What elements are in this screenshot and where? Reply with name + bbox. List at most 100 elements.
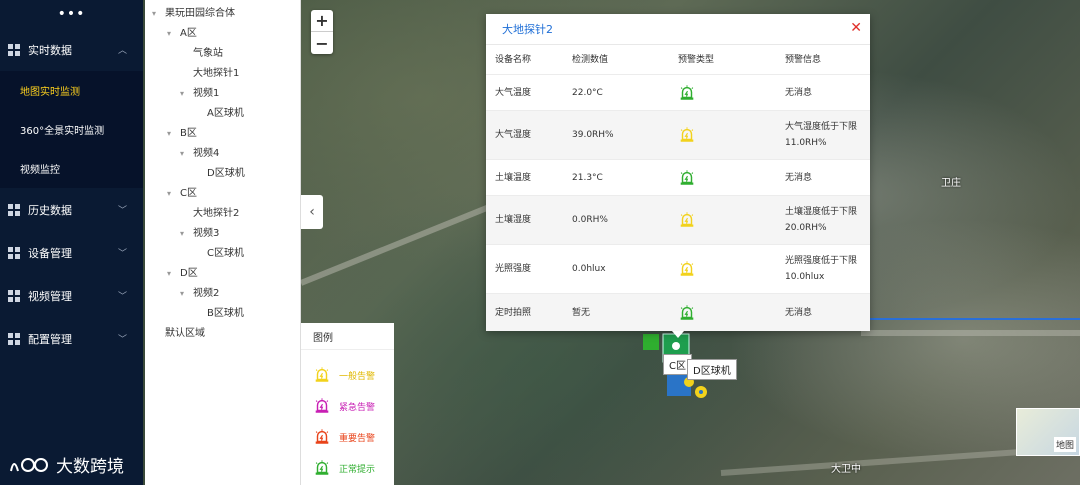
device-name: 定时拍照 xyxy=(495,307,532,318)
tree-node-root[interactable]: ▾ 果玩田园综合体 xyxy=(152,4,235,19)
nav-item-config[interactable]: 配置管理 ﹀ xyxy=(0,317,143,360)
chevron-down-icon: ﹀ xyxy=(117,206,127,216)
nav-item-video[interactable]: 视频管理 ﹀ xyxy=(0,274,143,317)
marker-dot xyxy=(672,342,680,350)
chevron-down-icon: ﹀ xyxy=(117,249,127,259)
alarm-general-icon xyxy=(678,196,696,244)
chevron-down-icon: ﹀ xyxy=(117,292,127,302)
device-tree: ▾ 果玩田园综合体 ▾ A区 气象站 大地探针1 ▾ 视频1 A区球机 ▾ B区 ▾ 视频… xyxy=(145,0,301,485)
alarm-normal-icon xyxy=(315,460,329,475)
table-row: 大气温度 22.0°C 无消息 xyxy=(486,75,870,111)
tree-node[interactable]: ▾ A区 xyxy=(167,24,197,39)
sub-item-video-monitor[interactable]: 视频监控 xyxy=(0,149,143,188)
nav-item-label: 视频管理 xyxy=(28,289,72,303)
alarm-general-icon xyxy=(678,111,696,159)
grid-icon xyxy=(8,332,20,345)
tree-node[interactable]: ▾ 视频4 xyxy=(180,144,219,159)
legend-item-normal: 正常提示 xyxy=(313,459,375,477)
grid-icon xyxy=(8,246,20,259)
popup-header: 大地探针2 xyxy=(486,14,870,45)
tree-node[interactable]: 气象站 xyxy=(193,44,223,59)
caret-down-icon: ▾ xyxy=(167,269,172,278)
legend-item-urgent: 紧急告警 xyxy=(313,397,375,415)
nav-item-history[interactable]: 历史数据 ﹀ xyxy=(0,188,143,231)
legend-panel: 图例 一般告警 紧急告警 重要告警 正常提示 xyxy=(301,323,394,485)
alarm-info: 无消息 xyxy=(785,307,813,318)
zoom-control: + − xyxy=(311,10,333,54)
zoom-out-button[interactable]: − xyxy=(311,32,333,54)
nav-item-realtime[interactable]: 实时数据 ︿ xyxy=(0,28,143,71)
caret-down-icon: ▾ xyxy=(180,289,185,298)
minimap-label: 地图 xyxy=(1053,437,1076,452)
tree-node[interactable]: ▾ B区 xyxy=(167,124,197,139)
alarm-normal-icon xyxy=(678,75,696,110)
tree-node[interactable]: 默认区域 xyxy=(165,324,205,339)
tree-node[interactable]: C区球机 xyxy=(207,244,244,259)
alarm-info: 无消息 xyxy=(785,172,813,183)
tree-node[interactable]: B区球机 xyxy=(207,304,244,319)
alarm-normal-icon xyxy=(678,294,696,331)
tree-node[interactable]: 大地探针1 xyxy=(193,64,239,79)
device-name: 土壤湿度 xyxy=(495,215,532,225)
table-row: 土壤温度 21.3°C 无消息 xyxy=(486,160,870,196)
nav-item-label: 历史数据 xyxy=(28,203,72,217)
col-header: 预警类型 xyxy=(678,54,715,65)
brand-logo-icon xyxy=(10,457,48,472)
table-row: 大气湿度 39.0RH% 大气湿度低于下限11.0RH% xyxy=(486,111,870,160)
alarm-important-icon xyxy=(315,429,329,444)
tree-node[interactable]: ▾ 视频2 xyxy=(180,284,219,299)
more-dots-icon[interactable]: ••• xyxy=(0,0,143,28)
close-icon[interactable]: ✕ xyxy=(850,20,862,36)
grid-icon xyxy=(8,203,20,216)
popup-table-header: 设备名称 检测数值 预警类型 预警信息 xyxy=(486,45,870,75)
map-road xyxy=(861,330,1080,336)
table-row: 定时拍照 暂无 无消息 xyxy=(486,294,870,331)
col-header: 预警信息 xyxy=(785,54,822,65)
realtime-submenu: 地图实时监测 360°全景实时监测 视频监控 xyxy=(0,71,143,188)
chevron-up-icon: ︿ xyxy=(117,46,127,56)
caret-down-icon: ▾ xyxy=(167,189,172,198)
popup-title: 大地探针2 xyxy=(502,23,553,36)
alarm-general-icon xyxy=(315,367,329,382)
alarm-general-icon xyxy=(678,245,696,293)
marker-tag[interactable]: D区球机 xyxy=(687,359,737,380)
alarm-info: 大气湿度低于下限11.0RH% xyxy=(785,122,858,148)
popup-pointer xyxy=(672,331,684,338)
nav-item-device[interactable]: 设备管理 ﹀ xyxy=(0,231,143,274)
col-header: 检测数值 xyxy=(572,54,609,65)
device-name: 光照强度 xyxy=(495,264,532,274)
nav-item-label: 设备管理 xyxy=(28,246,72,260)
brand-name: 大数跨境 xyxy=(56,457,124,477)
tree-node[interactable]: ▾ D区 xyxy=(167,264,198,279)
tree-node[interactable]: 大地探针2 xyxy=(193,204,239,219)
tree-node[interactable]: ▾ 视频3 xyxy=(180,224,219,239)
grid-icon xyxy=(8,43,20,56)
zoom-in-button[interactable]: + xyxy=(311,10,333,32)
side-nav: ••• 实时数据 ︿ 地图实时监测 360°全景实时监测 视频监控 历史数据 ﹀… xyxy=(0,0,143,485)
chevron-down-icon: ﹀ xyxy=(117,335,127,345)
sub-item-map-monitor[interactable]: 地图实时监测 xyxy=(0,71,143,110)
detect-value: 暂无 xyxy=(572,307,591,318)
tree-node[interactable]: D区球机 xyxy=(207,164,245,179)
device-name: 大气湿度 xyxy=(495,130,532,140)
chevron-left-icon: ‹ xyxy=(309,204,315,220)
tree-node[interactable]: ▾ 视频1 xyxy=(180,84,219,99)
alarm-info: 土壤湿度低于下限20.0RH% xyxy=(785,207,858,233)
sub-item-panorama-monitor[interactable]: 360°全景实时监测 xyxy=(0,110,143,149)
col-header: 设备名称 xyxy=(495,54,532,65)
caret-down-icon: ▾ xyxy=(167,129,172,138)
detect-value: 21.3°C xyxy=(572,172,603,183)
detect-value: 0.0hlux xyxy=(572,264,606,274)
nav-item-label: 实时数据 xyxy=(28,43,72,57)
device-popup: 大地探针2 ✕ 设备名称 检测数值 预警类型 预警信息 大气温度 22.0°C … xyxy=(486,14,870,331)
tree-node[interactable]: ▾ C区 xyxy=(167,184,197,199)
caret-down-icon: ▾ xyxy=(180,149,185,158)
minimap[interactable]: 地图 xyxy=(1016,408,1080,456)
tree-node[interactable]: A区球机 xyxy=(207,104,244,119)
caret-down-icon: ▾ xyxy=(152,9,157,18)
marker-dot xyxy=(699,390,703,394)
table-row: 光照强度 0.0hlux 光照强度低于下限10.0hlux xyxy=(486,245,870,294)
device-name: 大气温度 xyxy=(495,87,532,98)
collapse-panel-button[interactable]: ‹ xyxy=(301,195,323,229)
map-place-label: 卫庄 xyxy=(941,178,961,189)
